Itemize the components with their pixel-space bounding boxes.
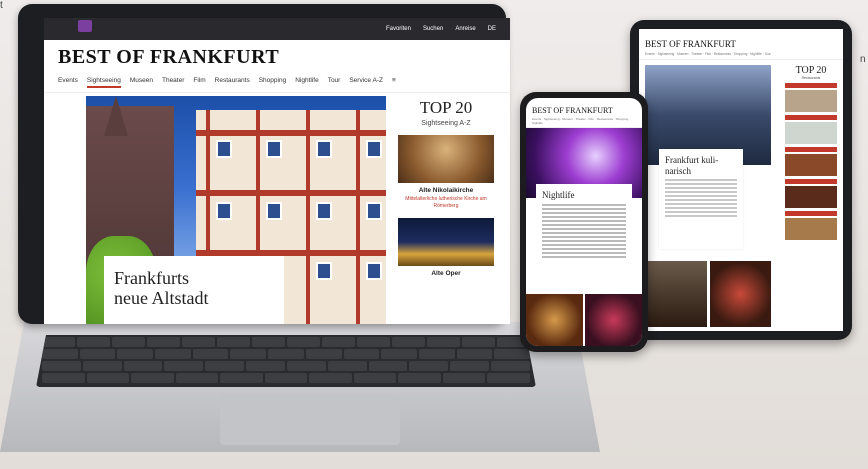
product-scene: t n Favoriten Suchen Anreise DE BEST OF … xyxy=(0,0,868,469)
tablet-bottom-images xyxy=(645,261,771,327)
top20-subtitle: Sightseeing A-Z xyxy=(421,120,471,127)
phone-nav: Events · Sightseeing · Museen · Theater … xyxy=(526,115,642,128)
corner-glyph-top: t xyxy=(0,0,3,11)
search-link[interactable]: Suchen xyxy=(423,26,443,32)
nikolaikirche-image[interactable] xyxy=(398,135,494,183)
hero-caption: Frankfurts neue Altstadt xyxy=(104,256,284,324)
tablet-card-title: Frankfurt kuli-narisch xyxy=(665,155,719,176)
site-title: BEST OF FRANKFURT xyxy=(58,46,280,68)
tablet-top20-title: TOP 20 xyxy=(795,65,827,76)
laptop: Favoriten Suchen Anreise DE BEST OF FRAN… xyxy=(18,4,510,324)
top20-title: TOP 20 xyxy=(419,98,473,117)
language-switch[interactable]: DE xyxy=(488,26,496,32)
nikolaikirche-desc: Mittelalterliche lutherische Kirche am R… xyxy=(405,196,487,209)
nav-theater[interactable]: Theater xyxy=(162,77,184,88)
arrival-link[interactable]: Anreise xyxy=(455,26,475,32)
laptop-trackpad xyxy=(220,395,400,445)
corner-glyph-left: n xyxy=(860,54,866,65)
brand-logo-icon xyxy=(78,20,92,32)
nav-sightseeing[interactable]: Sightseeing xyxy=(86,77,121,88)
phone-card-title: Nightlife xyxy=(542,190,575,200)
laptop-topbar: Favoriten Suchen Anreise DE xyxy=(44,18,510,40)
smartphone: BEST OF FRANKFURT Events · Sightseeing ·… xyxy=(520,92,648,352)
nav-tour[interactable]: Tour xyxy=(328,77,341,88)
tablet: BEST OF FRANKFURT Events · Sightseeing ·… xyxy=(630,20,852,340)
nav-restaurants[interactable]: Restaurants xyxy=(215,77,250,88)
tablet-nav: Events · Sightseeing · Museen · Theater … xyxy=(639,49,843,60)
alte-oper-image[interactable] xyxy=(398,218,494,266)
tablet-card: Frankfurt kuli-narisch xyxy=(659,149,743,249)
alte-oper-title[interactable]: Alte Oper xyxy=(390,270,502,277)
main-nav: Events Sightseeing Museen Theater Film R… xyxy=(44,69,510,93)
menu-icon[interactable]: ≡ xyxy=(392,77,396,88)
tablet-screen: BEST OF FRANKFURT Events · Sightseeing ·… xyxy=(639,29,843,331)
phone-card: Nightlife xyxy=(536,184,632,266)
nikolaikirche-title[interactable]: Alte Nikolaikirche xyxy=(390,187,502,194)
nav-film[interactable]: Film xyxy=(193,77,205,88)
top20-sidebar: TOP 20 Sightseeing A-Z Alte Nikolaikirch… xyxy=(390,96,502,324)
tablet-top20: TOP 20 Restaurants xyxy=(785,65,837,242)
laptop-screen: Favoriten Suchen Anreise DE BEST OF FRAN… xyxy=(44,18,510,324)
favorites-link[interactable]: Favoriten xyxy=(386,26,411,32)
hero-title-line2: neue Altstadt xyxy=(114,288,209,308)
nav-museen[interactable]: Museen xyxy=(130,77,153,88)
phone-site-title: BEST OF FRANKFURT xyxy=(532,106,613,115)
phone-bottom-images xyxy=(526,294,642,346)
nav-service[interactable]: Service A-Z xyxy=(349,77,383,88)
hero-title-line1: Frankfurts xyxy=(114,268,189,288)
nav-events[interactable]: Events xyxy=(58,77,78,88)
laptop-keyboard xyxy=(36,335,536,387)
hero-image[interactable]: Frankfurts neue Altstadt xyxy=(86,96,386,324)
tablet-top20-sub: Restaurants xyxy=(801,76,821,80)
nav-nightlife[interactable]: Nightlife xyxy=(295,77,318,88)
tablet-site-title: BEST OF FRANKFURT xyxy=(645,39,736,49)
nav-shopping[interactable]: Shopping xyxy=(259,77,286,88)
phone-screen: BEST OF FRANKFURT Events · Sightseeing ·… xyxy=(526,98,642,346)
